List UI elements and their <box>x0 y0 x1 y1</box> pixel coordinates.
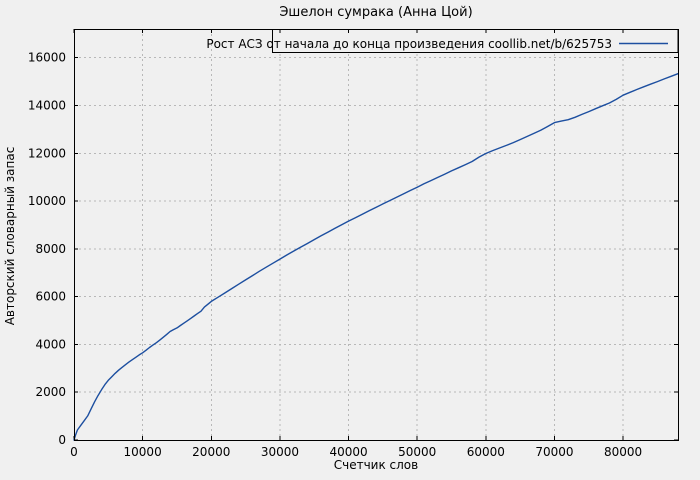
legend-label: Рост АСЗ от начала до конца произведения… <box>206 37 612 51</box>
y-tick-label: 2000 <box>35 385 66 399</box>
x-tick-label: 70000 <box>535 445 573 459</box>
chart-title: Эшелон сумрака (Анна Цой) <box>279 5 472 20</box>
x-tick-label: 10000 <box>124 445 162 459</box>
vocabulary-growth-chart: 0 10000 20000 30000 40000 50000 60000 70000 8000… <box>0 0 700 480</box>
data-series <box>73 73 679 441</box>
x-tick-label: 80000 <box>604 445 642 459</box>
y-tick-label: 4000 <box>35 337 66 351</box>
series-line <box>73 73 679 441</box>
y-tick-label: 14000 <box>28 98 66 112</box>
y-tick-label: 12000 <box>28 146 66 160</box>
x-tick-label: 50000 <box>398 445 436 459</box>
gridlines <box>74 29 678 440</box>
y-tick-label: 10000 <box>28 194 66 208</box>
axis-ticks <box>73 29 678 441</box>
x-tick-label: 40000 <box>329 445 367 459</box>
x-axis-label: Счетчик слов <box>334 458 418 472</box>
border-rect <box>74 29 679 441</box>
y-tick-label: 6000 <box>35 290 66 304</box>
x-tick-label: 0 <box>70 445 78 459</box>
y-tick-label: 0 <box>58 433 66 447</box>
x-tick-label: 30000 <box>261 445 299 459</box>
chart-canvas: 0 10000 20000 30000 40000 50000 60000 70000 8000… <box>3 5 679 472</box>
x-tick-label: 20000 <box>192 445 230 459</box>
x-tick-label: 60000 <box>467 445 505 459</box>
y-axis-label: Авторский словарный запас <box>3 147 17 326</box>
y-tick-label: 16000 <box>28 51 66 65</box>
plot-border <box>74 29 679 441</box>
tick-labels: 0 10000 20000 30000 40000 50000 60000 70000 8000… <box>28 51 642 459</box>
y-tick-label: 8000 <box>35 242 66 256</box>
